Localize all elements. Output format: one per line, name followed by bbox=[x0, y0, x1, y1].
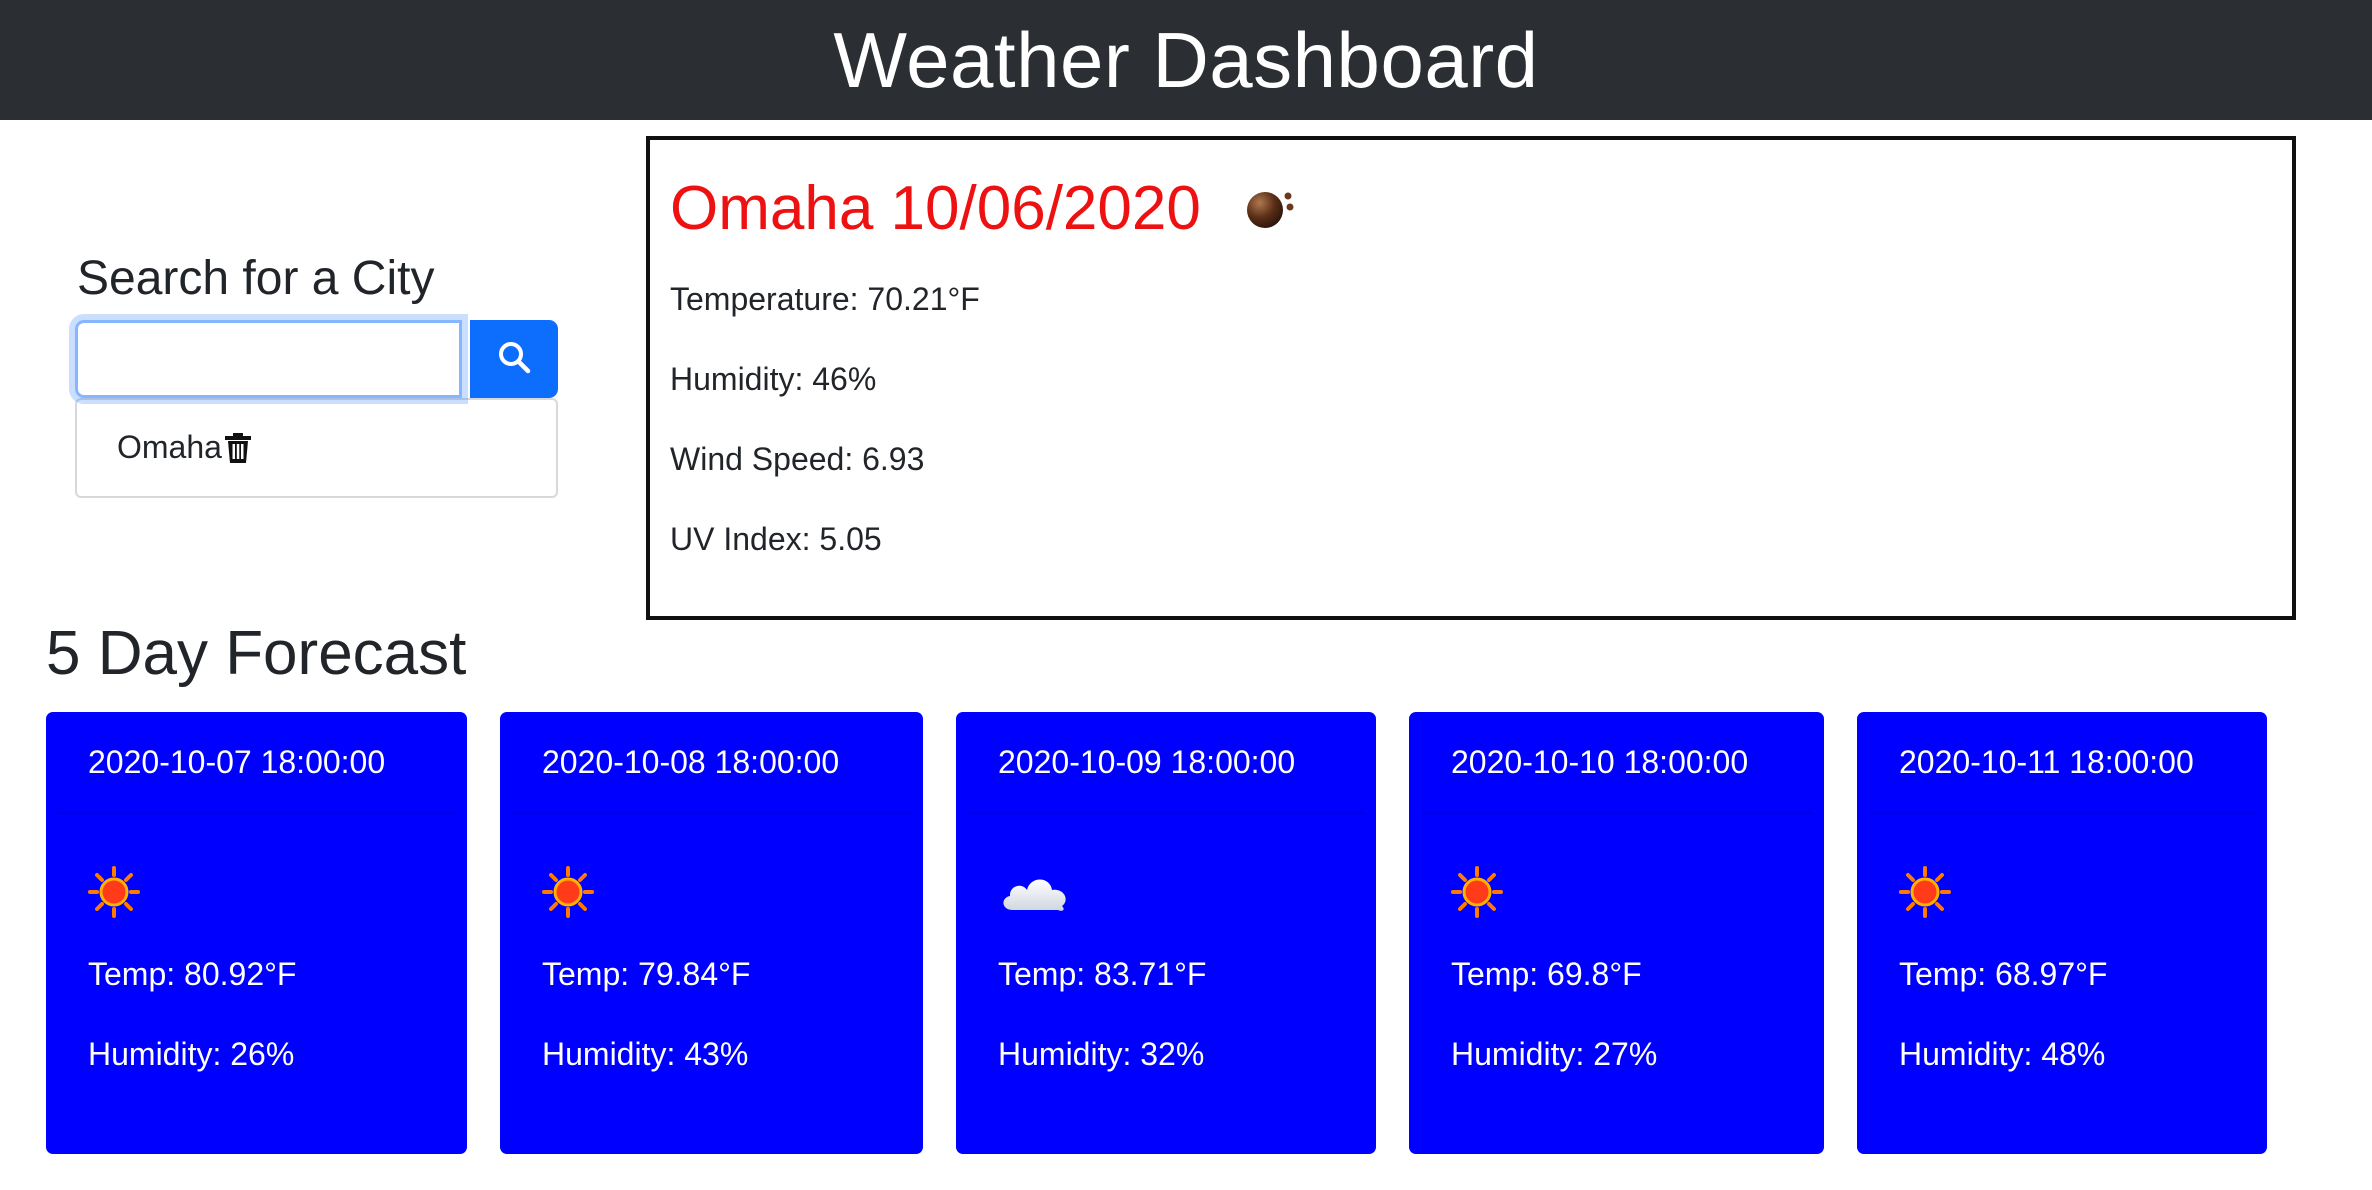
current-temperature: Temperature: 70.21°F bbox=[670, 281, 980, 317]
city-search-input[interactable] bbox=[75, 319, 462, 398]
history-item-omaha[interactable]: Omaha bbox=[77, 400, 556, 496]
forecast-card: 2020-10-11 18:00:00 Temp: 68.97°F Humidi… bbox=[1857, 712, 2267, 1154]
forecast-temp: Temp: 68.97°F bbox=[1899, 956, 2108, 992]
forecast-date: 2020-10-11 18:00:00 bbox=[1869, 712, 2255, 814]
forecast-humidity: Humidity: 27% bbox=[1451, 1036, 1658, 1072]
forecast-temp: Temp: 80.92°F bbox=[88, 956, 297, 992]
forecast-title: 5 Day Forecast bbox=[46, 619, 467, 688]
forecast-date: 2020-10-09 18:00:00 bbox=[968, 712, 1364, 814]
sun-icon bbox=[542, 862, 923, 922]
search-button[interactable] bbox=[470, 319, 558, 398]
search-history-list: Omaha bbox=[75, 397, 558, 498]
forecast-temp: Temp: 69.8°F bbox=[1451, 956, 1642, 992]
forecast-humidity: Humidity: 26% bbox=[88, 1036, 295, 1072]
sun-icon bbox=[88, 862, 467, 922]
cloud-icon bbox=[998, 862, 1376, 922]
search-icon bbox=[497, 340, 531, 377]
sun-icon bbox=[1899, 862, 2267, 922]
history-item-label: Omaha bbox=[117, 429, 222, 466]
forecast-card: 2020-10-10 18:00:00 Temp: 69.8°F Humidit… bbox=[1409, 712, 1824, 1154]
forecast-date: 2020-10-10 18:00:00 bbox=[1421, 712, 1812, 814]
sun-icon bbox=[1451, 862, 1824, 922]
search-row bbox=[75, 319, 560, 398]
page-title: Weather Dashboard bbox=[833, 15, 1539, 104]
current-uv-index: UV Index: 5.05 bbox=[670, 521, 882, 557]
current-weather-card: Omaha 10/06/2020 Temperature: 70.21°F Hu… bbox=[646, 136, 2296, 620]
search-panel: Search for a City Omaha bbox=[75, 250, 560, 498]
forecast-card: 2020-10-08 18:00:00 Temp: 79.84°F Humidi… bbox=[500, 712, 923, 1154]
forecast-humidity: Humidity: 32% bbox=[998, 1036, 1205, 1072]
forecast-cards: 2020-10-07 18:00:00 Temp: 80.92°F Humidi… bbox=[46, 712, 2267, 1154]
dark-clouds-icon bbox=[1239, 183, 1299, 233]
search-title: Search for a City bbox=[77, 252, 435, 305]
forecast-humidity: Humidity: 48% bbox=[1899, 1036, 2106, 1072]
trash-icon[interactable] bbox=[224, 432, 252, 463]
app-header: Weather Dashboard bbox=[0, 0, 2372, 120]
forecast-card: 2020-10-09 18:00:00 Temp: 83.71°F Humidi… bbox=[956, 712, 1376, 1154]
forecast-temp: Temp: 79.84°F bbox=[542, 956, 751, 992]
forecast-date: 2020-10-07 18:00:00 bbox=[58, 712, 455, 814]
current-city-date: Omaha 10/06/2020 bbox=[670, 173, 1201, 243]
current-humidity: Humidity: 46% bbox=[670, 361, 877, 397]
forecast-humidity: Humidity: 43% bbox=[542, 1036, 749, 1072]
current-weather-heading: Omaha 10/06/2020 bbox=[670, 170, 2272, 246]
forecast-temp: Temp: 83.71°F bbox=[998, 956, 1207, 992]
current-wind-speed: Wind Speed: 6.93 bbox=[670, 441, 925, 477]
forecast-card: 2020-10-07 18:00:00 Temp: 80.92°F Humidi… bbox=[46, 712, 467, 1154]
forecast-date: 2020-10-08 18:00:00 bbox=[512, 712, 911, 814]
